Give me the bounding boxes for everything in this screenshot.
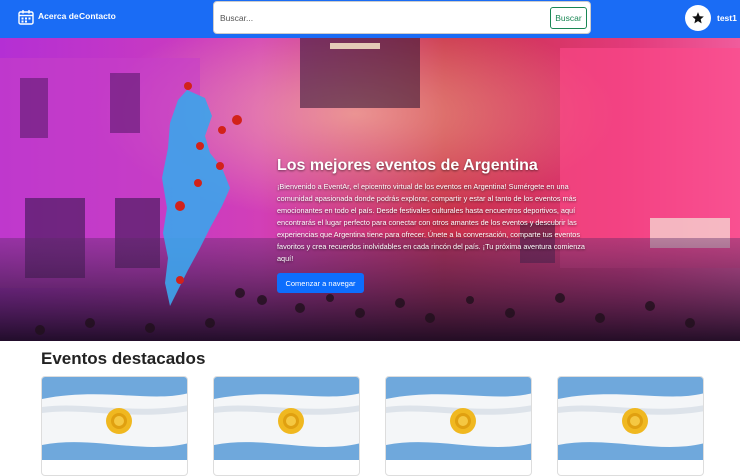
event-card[interactable] [557,376,704,476]
start-browsing-button[interactable]: Comenzar a navegar [277,273,364,293]
username[interactable]: test1 [717,13,737,23]
event-card[interactable] [41,376,188,476]
argentina-flag-image [214,377,359,460]
search-form: Buscar [213,1,591,34]
argentina-flag-image [386,377,531,460]
argentina-flag-image [558,377,703,460]
search-button[interactable]: Buscar [550,7,587,29]
search-input[interactable] [214,2,544,33]
hero-description: ¡Bienvenido a EventAr, el epicentro virt… [277,182,585,263]
nav-about-link[interactable]: Acerca de [38,11,79,21]
argentina-flag-image [42,377,187,460]
navbar: Acerca de Contacto Buscar test1 [0,0,740,38]
featured-events-title: Eventos destacados [41,349,206,368]
hero-banner: Los mejores eventos de Argentina ¡Bienve… [0,38,740,341]
calendar-icon[interactable] [18,9,34,25]
avatar[interactable] [685,5,711,31]
hero-title: Los mejores eventos de Argentina [277,157,538,174]
star-icon [692,12,704,24]
nav-contact-link[interactable]: Contacto [79,11,116,21]
event-card[interactable] [213,376,360,476]
event-card[interactable] [385,376,532,476]
